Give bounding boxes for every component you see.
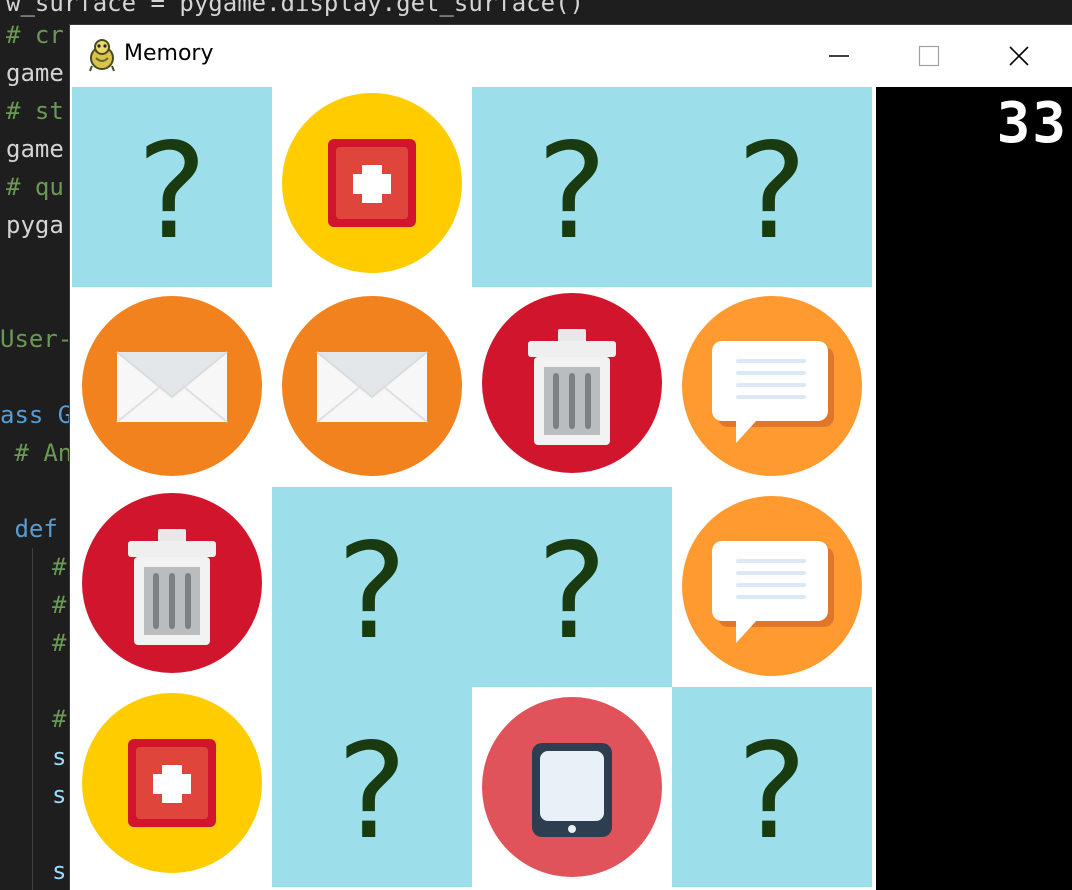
pygame-snake-icon [86, 38, 118, 72]
code-line: # st [6, 97, 64, 125]
code-line: s [52, 857, 67, 885]
code-line: # [52, 553, 67, 581]
hidden-card[interactable]: ? [672, 87, 872, 287]
window-title: Memory [124, 41, 214, 66]
minimize-button[interactable] [794, 25, 884, 87]
code-line: game [6, 59, 64, 87]
hidden-card[interactable]: ? [472, 87, 672, 287]
hidden-card[interactable]: ? [272, 487, 472, 687]
code-line: # cr [6, 21, 64, 49]
maximize-icon [918, 45, 940, 67]
question-mark: ? [136, 115, 208, 269]
code-line: def [0, 515, 73, 543]
game-canvas[interactable]: ??????? 33 [70, 87, 1072, 890]
score-display: 33 [996, 91, 1068, 156]
hidden-card[interactable]: ? [272, 687, 472, 887]
code-line: # An [0, 439, 73, 467]
code-line: pyga [6, 211, 64, 239]
chat-card[interactable] [672, 487, 872, 687]
code-line: # [52, 705, 67, 733]
memory-game-window[interactable]: Memory ??????? 33 [70, 25, 1072, 890]
code-line: game [6, 135, 64, 163]
question-mark: ? [336, 715, 408, 869]
mail-icon [282, 296, 462, 476]
question-mark: ? [336, 515, 408, 669]
code-line: User- [0, 325, 73, 353]
first-aid-card[interactable] [72, 687, 272, 887]
trash-icon [82, 493, 262, 673]
hidden-card[interactable]: ? [472, 487, 672, 687]
code-line: s [52, 781, 67, 809]
maximize-button[interactable] [884, 25, 974, 87]
question-mark: ? [736, 115, 808, 269]
minimize-icon [829, 55, 849, 57]
close-button[interactable] [974, 25, 1064, 87]
mail-card[interactable] [72, 287, 272, 487]
tablet-icon [482, 697, 662, 877]
first-aid-icon [282, 93, 462, 273]
mail-card[interactable] [272, 287, 472, 487]
code-line: ass G [0, 401, 73, 429]
code-line: w_surface = pygame.display.get_surface() [6, 0, 584, 17]
window-titlebar[interactable]: Memory [70, 25, 1072, 87]
first-aid-icon [82, 693, 262, 873]
chat-icon [682, 296, 862, 476]
question-mark: ? [536, 515, 608, 669]
mail-icon [82, 296, 262, 476]
close-icon [1009, 46, 1029, 66]
trash-card[interactable] [72, 487, 272, 687]
trash-card[interactable] [472, 287, 672, 487]
chat-card[interactable] [672, 287, 872, 487]
trash-icon [482, 293, 662, 473]
code-line: s [52, 743, 67, 771]
question-mark: ? [736, 715, 808, 869]
hidden-card[interactable]: ? [72, 87, 272, 287]
tablet-card[interactable] [472, 687, 672, 887]
code-line: # [52, 629, 67, 657]
chat-icon [682, 496, 862, 676]
question-mark: ? [536, 115, 608, 269]
first-aid-card[interactable] [272, 87, 472, 287]
hidden-card[interactable]: ? [672, 687, 872, 887]
indent-guide [32, 548, 33, 890]
memory-board[interactable]: ??????? [70, 87, 876, 890]
code-line: # qu [6, 173, 64, 201]
code-line: # [52, 591, 67, 619]
